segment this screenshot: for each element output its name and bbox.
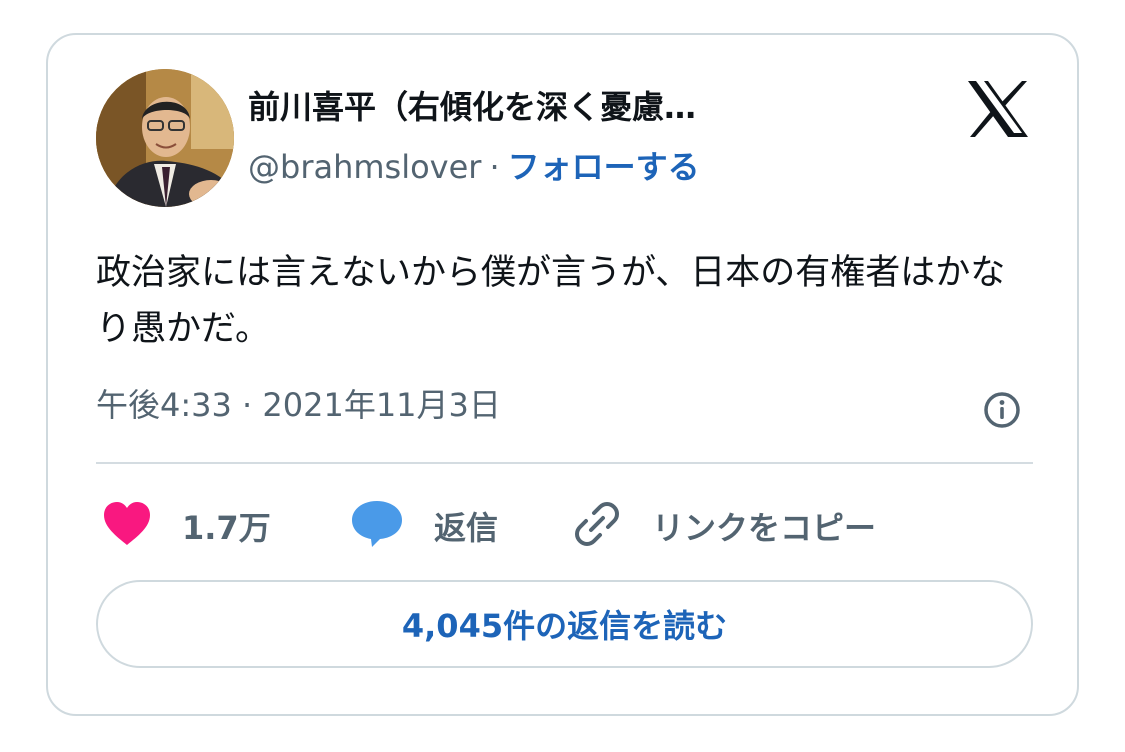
author-handle[interactable]: @brahmslover bbox=[248, 148, 481, 186]
tweet-embed-card: 前川喜平（右傾化を深く憂慮する一… @brahmslover·フォローする 政治… bbox=[46, 33, 1079, 716]
follow-link[interactable]: フォローする bbox=[508, 148, 700, 186]
separator-dot: · bbox=[489, 148, 500, 186]
author-handle-line: @brahmslover · フォローする bbox=[248, 145, 700, 189]
like-button[interactable]: 1.7万 bbox=[102, 498, 271, 554]
link-icon bbox=[572, 499, 622, 553]
read-replies-button[interactable]: 4,045件の返信を読む bbox=[96, 580, 1033, 668]
heart-icon bbox=[102, 501, 152, 551]
divider bbox=[96, 462, 1033, 464]
avatar[interactable] bbox=[96, 69, 234, 207]
copy-link-button[interactable]: リンクをコピー bbox=[572, 498, 876, 554]
tweet-timestamp[interactable]: 午後4:33 · 2021年11月3日 bbox=[96, 383, 501, 427]
copy-link-label: リンクをコピー bbox=[652, 509, 877, 547]
reply-button[interactable]: 返信 bbox=[350, 498, 498, 554]
info-icon[interactable] bbox=[982, 390, 1022, 430]
reply-label: 返信 bbox=[434, 509, 499, 547]
speech-bubble-icon bbox=[350, 499, 404, 553]
tweet-text: 政治家には言えないから僕が言うが、日本の有権者はかなり愚かだ。 bbox=[96, 253, 1006, 349]
like-count: 1.7万 bbox=[182, 509, 271, 547]
author-name[interactable]: 前川喜平（右傾化を深く憂慮する一… bbox=[248, 85, 718, 129]
x-logo-icon[interactable] bbox=[966, 79, 1030, 139]
